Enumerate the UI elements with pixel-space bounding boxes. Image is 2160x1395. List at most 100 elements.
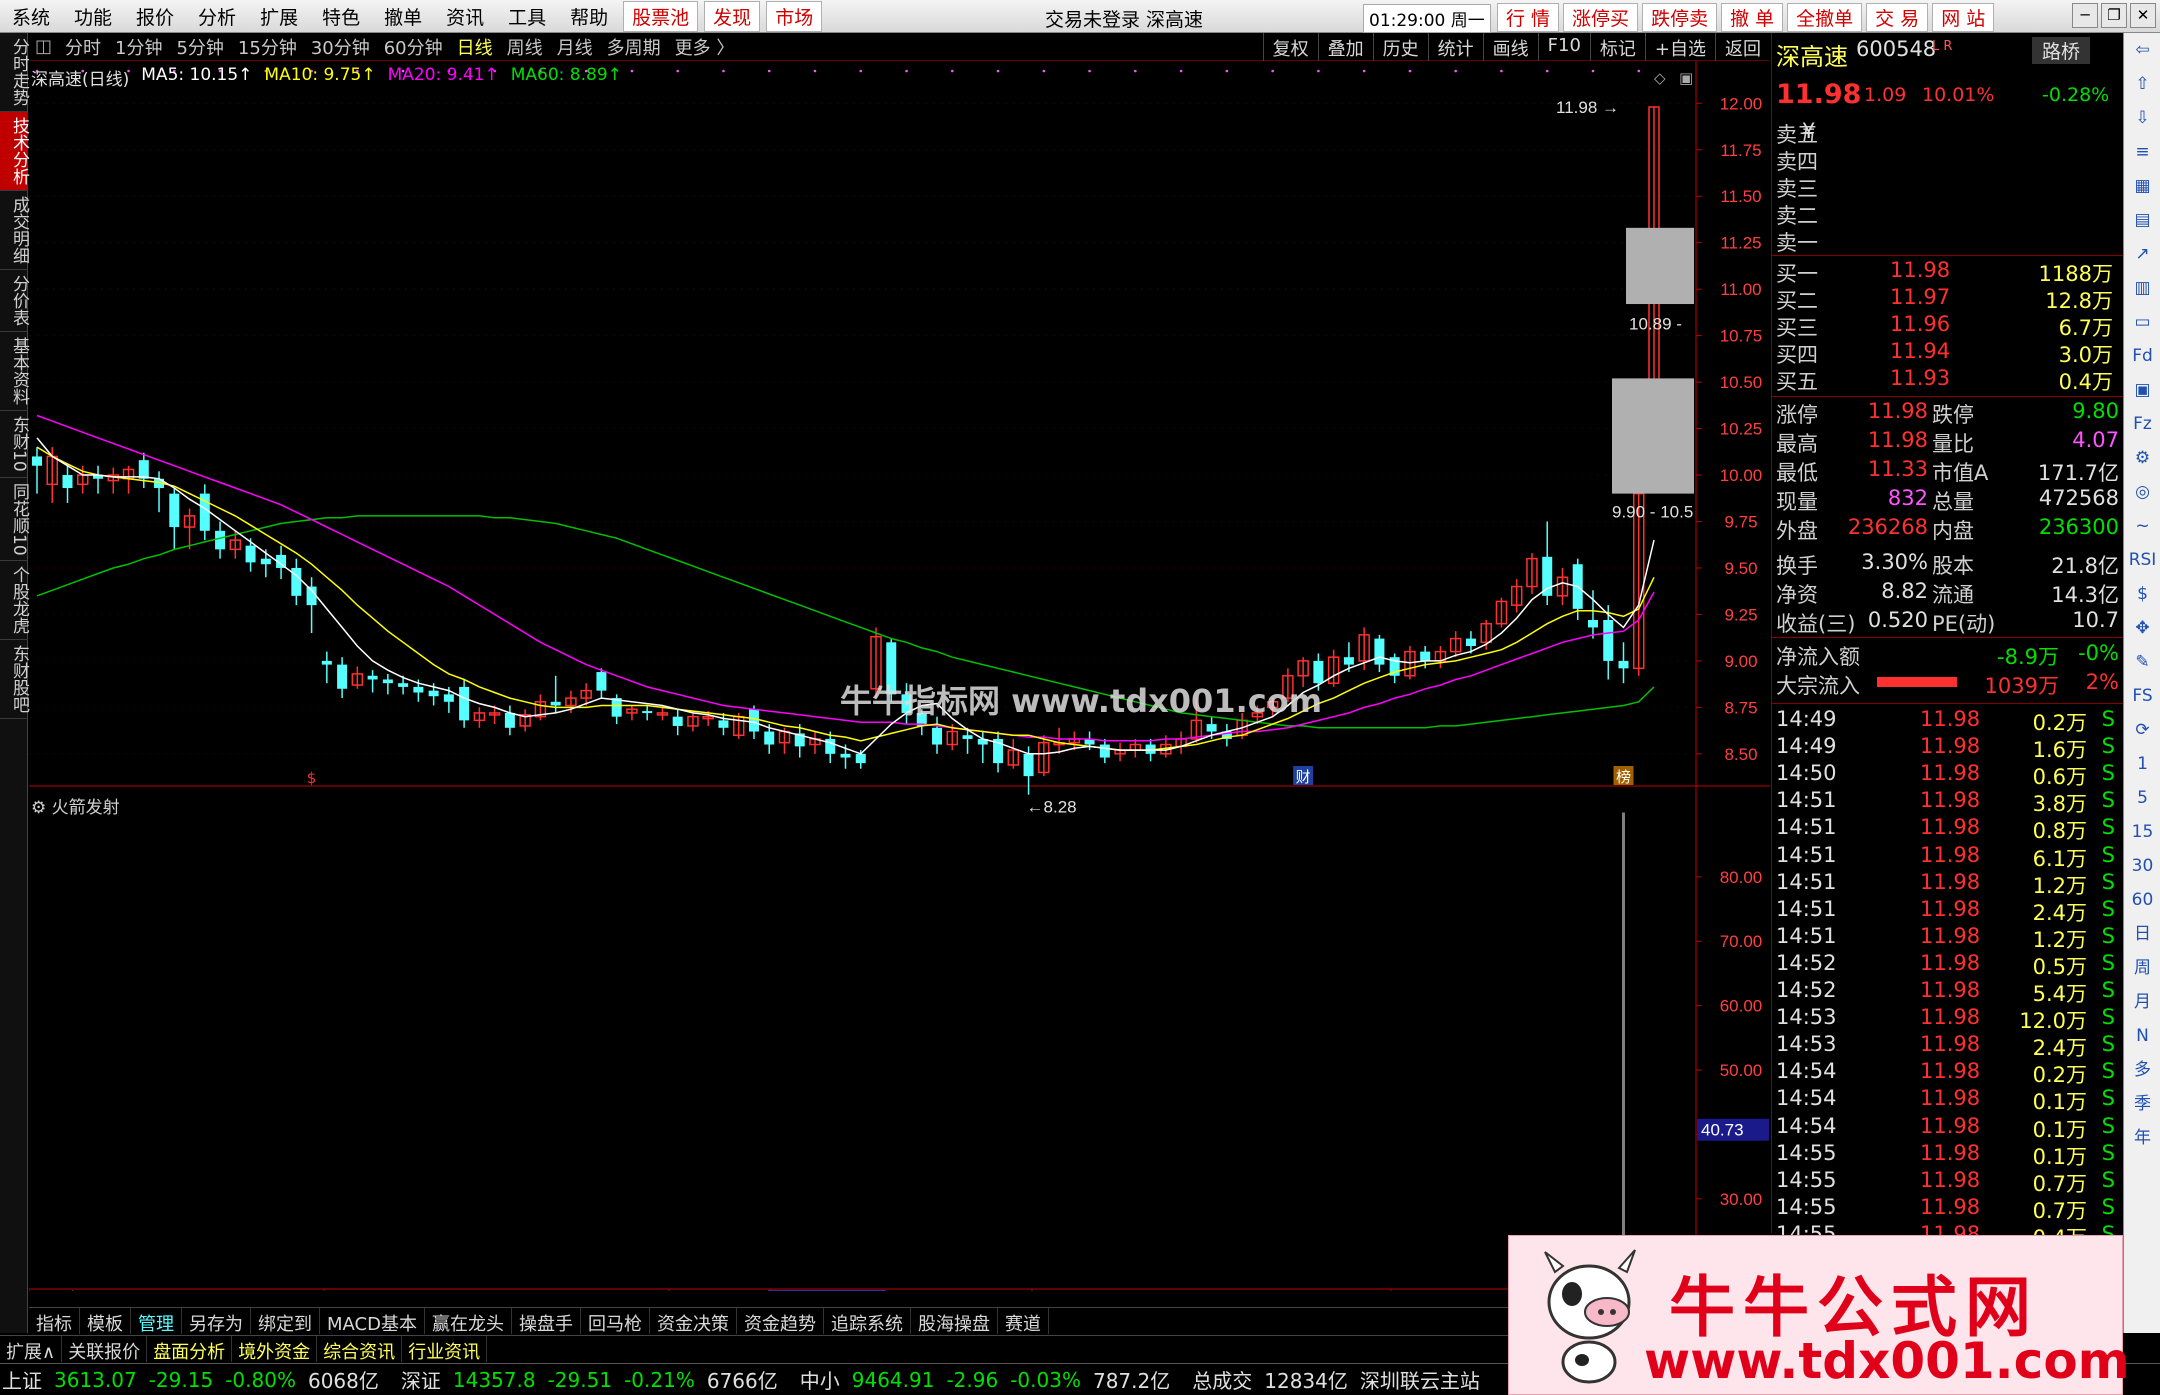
right-toolbar-icon-29[interactable]: N — [2124, 1019, 2160, 1053]
right-toolbar-icon-3[interactable]: ≡ — [2124, 135, 2160, 169]
sector-button[interactable]: 路桥 — [2032, 37, 2091, 64]
indicator-tab-12[interactable]: 股海操盘 — [911, 1308, 998, 1335]
indicator-tab-1[interactable]: 模板 — [80, 1308, 131, 1335]
tool-button-7[interactable]: +自选 — [1644, 33, 1715, 61]
indicator-tab-9[interactable]: 资金决策 — [650, 1308, 737, 1335]
extension-tab-2[interactable]: 盘面分析 — [147, 1336, 233, 1363]
right-toolbar-icon-23[interactable]: 15 — [2124, 815, 2160, 849]
extension-tab-0[interactable]: 扩展∧ — [0, 1336, 63, 1363]
indicator-tab-3[interactable]: 另存为 — [182, 1308, 251, 1335]
right-toolbar-icon-18[interactable]: ✎ — [2124, 645, 2160, 679]
trade-button-4[interactable]: 全撤单 — [1787, 3, 1863, 32]
tool-button-8[interactable]: 返回 — [1715, 33, 1770, 61]
period-0[interactable]: 分时 — [58, 34, 108, 60]
tool-button-5[interactable]: F10 — [1537, 33, 1590, 61]
period-1[interactable]: 1分钟 — [108, 34, 169, 60]
indicator-tab-0[interactable]: 指标 — [29, 1308, 80, 1335]
tool-button-4[interactable]: 画线 — [1482, 33, 1538, 61]
trade-button-1[interactable]: 涨停买 — [1563, 3, 1639, 32]
tool-button-2[interactable]: 历史 — [1372, 33, 1428, 61]
right-toolbar-icon-31[interactable]: 季 — [2124, 1087, 2160, 1121]
period-10[interactable]: 更多 〉 — [668, 34, 742, 60]
right-toolbar-icon-14[interactable]: ~ — [2124, 509, 2160, 543]
menu-item-7[interactable]: 资讯 — [434, 3, 496, 30]
right-toolbar-icon-1[interactable]: ⇧ — [2124, 67, 2160, 101]
settings-icon[interactable]: ⚙ — [31, 798, 52, 818]
menu-item-2[interactable]: 报价 — [124, 3, 186, 30]
right-toolbar-icon-2[interactable]: ⇩ — [2124, 101, 2160, 135]
left-tab-6[interactable]: 同花顺10 — [0, 478, 29, 562]
chart-expand-icon[interactable]: ▣ — [1679, 69, 1693, 87]
right-toolbar-icon-13[interactable]: ◎ — [2124, 475, 2160, 509]
menu-item-3[interactable]: 分析 — [186, 3, 248, 30]
right-toolbar-icon-7[interactable]: ▥ — [2124, 271, 2160, 305]
left-tab-5[interactable]: 东财10 — [0, 411, 29, 478]
menu-item-0[interactable]: 系统 — [0, 3, 62, 30]
right-toolbar-icon-10[interactable]: ▣ — [2124, 373, 2160, 407]
right-toolbar-icon-0[interactable]: ⇦ — [2124, 33, 2160, 67]
period-4[interactable]: 30分钟 — [304, 34, 377, 60]
indicator-tab-2[interactable]: 管理 — [131, 1308, 182, 1335]
trade-button-3[interactable]: 撤 单 — [1721, 3, 1784, 32]
tool-button-0[interactable]: 复权 — [1262, 33, 1318, 61]
restore-icon[interactable]: ❐ — [2101, 3, 2127, 28]
period-3[interactable]: 15分钟 — [231, 34, 304, 60]
right-toolbar-icon-22[interactable]: 5 — [2124, 781, 2160, 815]
right-toolbar-icon-6[interactable]: ↗ — [2124, 237, 2160, 271]
indicator-tab-8[interactable]: 回马枪 — [581, 1308, 650, 1335]
left-tab-0[interactable]: 分时走势 — [0, 33, 29, 112]
tool-button-1[interactable]: 叠加 — [1317, 33, 1373, 61]
indicator-tab-13[interactable]: 赛道 — [998, 1308, 1049, 1335]
right-toolbar-icon-28[interactable]: 月 — [2124, 985, 2160, 1019]
indicator-tab-11[interactable]: 追踪系统 — [824, 1308, 911, 1335]
panel-toggle-icon[interactable]: ◫ — [29, 36, 58, 57]
period-7[interactable]: 周线 — [500, 34, 550, 60]
menu-item-4[interactable]: 扩展 — [248, 3, 310, 30]
indicator-tab-10[interactable]: 资金趋势 — [737, 1308, 824, 1335]
period-2[interactable]: 5分钟 — [169, 34, 230, 60]
extension-tab-1[interactable]: 关联报价 — [62, 1336, 148, 1363]
marker-list[interactable]: 榜 — [1616, 768, 1631, 786]
left-tab-4[interactable]: 基本资料 — [0, 332, 29, 411]
right-toolbar-icon-15[interactable]: RSI — [2124, 543, 2160, 577]
indicator-tab-7[interactable]: 操盘手 — [512, 1308, 581, 1335]
right-toolbar-icon-9[interactable]: Fd — [2124, 339, 2160, 373]
minimize-icon[interactable]: ─ — [2072, 3, 2098, 28]
period-6[interactable]: 日线 — [450, 34, 500, 60]
period-5[interactable]: 60分钟 — [377, 34, 450, 60]
right-toolbar-icon-26[interactable]: 日 — [2124, 917, 2160, 951]
right-toolbar-icon-27[interactable]: 周 — [2124, 951, 2160, 985]
left-tab-3[interactable]: 分价表 — [0, 270, 29, 332]
indicator-tab-5[interactable]: MACD基本 — [320, 1308, 425, 1335]
chart-diamond-icon[interactable]: ◇ — [1654, 69, 1666, 87]
period-8[interactable]: 月线 — [550, 34, 600, 60]
menu-item-1[interactable]: 功能 — [62, 3, 124, 30]
right-toolbar-icon-5[interactable]: ▤ — [2124, 203, 2160, 237]
trade-button-5[interactable]: 交 易 — [1866, 3, 1929, 32]
menu-item-5[interactable]: 特色 — [310, 3, 372, 30]
indicator-tab-4[interactable]: 绑定到 — [251, 1308, 320, 1335]
right-toolbar-icon-8[interactable]: ▭ — [2124, 305, 2160, 339]
menu-red-item-0[interactable]: 股票池 — [623, 0, 699, 32]
indicator-tab-6[interactable]: 赢在龙头 — [425, 1308, 512, 1335]
menu-red-item-2[interactable]: 市场 — [766, 0, 823, 32]
left-tab-2[interactable]: 成交明细 — [0, 191, 29, 270]
right-toolbar-icon-32[interactable]: 年 — [2124, 1121, 2160, 1155]
indicator-title[interactable]: ⚙ 火箭发射 — [31, 793, 120, 818]
menu-item-9[interactable]: 帮助 — [558, 3, 620, 30]
right-toolbar-icon-4[interactable]: ▦ — [2124, 169, 2160, 203]
right-toolbar-icon-12[interactable]: ⚙ — [2124, 441, 2160, 475]
extension-tab-3[interactable]: 境外资金 — [232, 1336, 318, 1363]
right-toolbar-icon-21[interactable]: 1 — [2124, 747, 2160, 781]
menu-item-8[interactable]: 工具 — [496, 3, 558, 30]
right-toolbar-icon-19[interactable]: FS — [2124, 679, 2160, 713]
right-toolbar-icon-16[interactable]: $ — [2124, 577, 2160, 611]
right-toolbar-icon-11[interactable]: Fz — [2124, 407, 2160, 441]
trade-button-2[interactable]: 跌停卖 — [1642, 3, 1718, 32]
tool-button-3[interactable]: 统计 — [1427, 33, 1483, 61]
right-toolbar-icon-30[interactable]: 多 — [2124, 1053, 2160, 1087]
extension-tab-4[interactable]: 综合资讯 — [317, 1336, 403, 1363]
close-icon[interactable]: ✕ — [2130, 3, 2156, 28]
menu-red-item-1[interactable]: 发现 — [704, 0, 761, 32]
marker-dollar[interactable]: $ — [307, 769, 317, 787]
